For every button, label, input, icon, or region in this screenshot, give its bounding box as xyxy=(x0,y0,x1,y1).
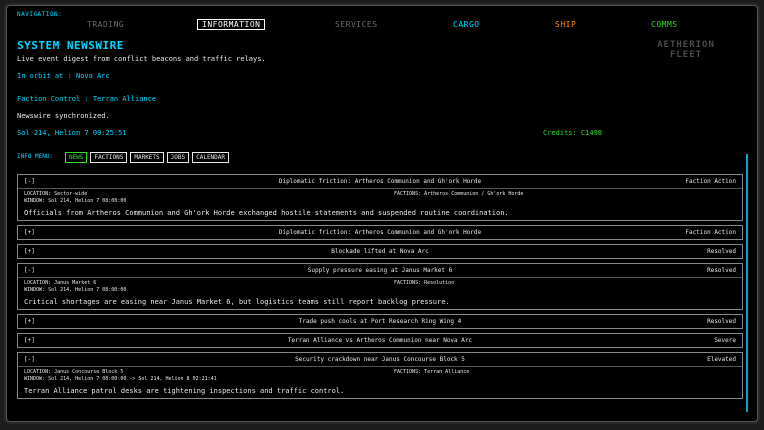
terminal-window: NAVIGATION: TRADING INFORMATION SERVICES… xyxy=(6,5,758,422)
news-item-header[interactable]: [+] Diplomatic friction: Artheros Commun… xyxy=(18,226,742,239)
news-location: LOCATION: Janus Market 6 xyxy=(24,280,97,286)
nav-trading[interactable]: TRADING xyxy=(87,20,124,29)
news-item: [-] Supply pressure easing at Janus Mark… xyxy=(17,263,743,310)
news-item: [+] Terran Alliance vs Artheros Communio… xyxy=(17,333,743,348)
logo-line-1: AETHERION xyxy=(657,40,715,50)
page-subtitle: Live event digest from conflict beacons … xyxy=(17,55,266,63)
tab-markets[interactable]: MARKETS xyxy=(130,152,164,163)
news-tag: Resolved xyxy=(707,267,736,274)
nav-ship[interactable]: SHIP xyxy=(555,20,576,29)
news-item-body: LOCATION: Janus Concourse Block 5 FACTIO… xyxy=(18,366,742,398)
news-factions: FACTIONS: Artheros Communion / Gh'ork Ho… xyxy=(394,191,524,197)
news-title: Supply pressure easing at Janus Market 6 xyxy=(307,267,453,274)
news-window: WINDOW: Sol 214, Helion 7 08:00:00 -> So… xyxy=(24,376,217,382)
news-description: Critical shortages are easing near Janus… xyxy=(24,298,450,306)
news-item: [+] Blockade lifted at Nova Arc Resolved xyxy=(17,244,743,259)
fleet-logo: AETHERION FLEET xyxy=(653,40,719,60)
news-item-header[interactable]: [-] Supply pressure easing at Janus Mark… xyxy=(18,264,742,277)
tab-news[interactable]: NEWS xyxy=(65,152,88,163)
news-feed: [-] Diplomatic friction: Artheros Commun… xyxy=(17,174,743,403)
credits-display: Credits: C1498 xyxy=(543,129,603,137)
game-time: Sol 214, Helion 7 09:25:51 xyxy=(17,129,127,137)
news-item: [-] Diplomatic friction: Artheros Commun… xyxy=(17,174,743,221)
news-title: Terran Alliance vs Artheros Communion ne… xyxy=(287,337,473,344)
sync-status: Newswire synchronized. xyxy=(17,112,110,120)
navigation-label: NAVIGATION: xyxy=(17,11,63,18)
faction-control: Faction Control : Terran Alliance xyxy=(17,95,157,103)
news-tag: Faction Action xyxy=(685,229,736,236)
feed-scrollbar[interactable] xyxy=(746,154,748,412)
info-menu-tabs: NEWS FACTIONS MARKETS JOBS CALENDAR xyxy=(65,152,230,163)
news-item-header[interactable]: [+] Trade push cools at Port Research Ri… xyxy=(18,315,742,328)
logo-line-2: FLEET xyxy=(669,50,703,60)
news-description: Officials from Artheros Communion and Gh… xyxy=(24,209,509,217)
tab-factions[interactable]: FACTIONS xyxy=(90,152,128,163)
news-item-body: LOCATION: Sector-wide FACTIONS: Artheros… xyxy=(18,188,742,220)
news-factions: FACTIONS: Resolution xyxy=(394,280,455,286)
news-tag: Faction Action xyxy=(685,178,736,185)
news-tag: Resolved xyxy=(707,318,736,325)
news-title: Security crackdown near Janus Concourse … xyxy=(295,356,465,363)
news-item: [+] Diplomatic friction: Artheros Commun… xyxy=(17,225,743,240)
news-item: [-] Security crackdown near Janus Concou… xyxy=(17,352,743,399)
news-tag: Severe xyxy=(714,337,736,344)
news-title: Trade push cools at Port Research Ring W… xyxy=(298,318,462,325)
news-title: Blockade lifted at Nova Arc xyxy=(331,248,429,255)
orbit-status: In orbit at : Nova Arc xyxy=(17,72,110,80)
tab-jobs[interactable]: JOBS xyxy=(166,152,190,163)
news-window: WINDOW: Sol 214, Helion 7 08:00:00 xyxy=(24,287,127,293)
page-title: SYSTEM NEWSWIRE xyxy=(17,39,124,52)
news-location: LOCATION: Janus Concourse Block 5 xyxy=(24,369,124,375)
news-item-header[interactable]: [-] Diplomatic friction: Artheros Commun… xyxy=(18,175,742,188)
news-item-body: LOCATION: Janus Market 6 FACTIONS: Resol… xyxy=(18,277,742,309)
news-title: Diplomatic friction: Artheros Communion … xyxy=(278,178,482,185)
nav-information[interactable]: INFORMATION xyxy=(197,19,266,30)
news-tag: Resolved xyxy=(707,248,736,255)
nav-cargo[interactable]: CARGO xyxy=(453,20,480,29)
news-location: LOCATION: Sector-wide xyxy=(24,191,88,197)
nav-services[interactable]: SERVICES xyxy=(335,20,378,29)
news-item: [+] Trade push cools at Port Research Ri… xyxy=(17,314,743,329)
nav-comms[interactable]: COMMS xyxy=(651,20,678,29)
info-menu-label: INFO MENU: xyxy=(17,153,54,160)
news-tag: Elevated xyxy=(707,356,736,363)
tab-calendar[interactable]: CALENDAR xyxy=(192,152,230,163)
news-description: Terran Alliance patrol desks are tighten… xyxy=(24,387,345,395)
news-factions: FACTIONS: Terran Alliance xyxy=(394,369,470,375)
news-item-header[interactable]: [+] Blockade lifted at Nova Arc Resolved xyxy=(18,245,742,258)
news-item-header[interactable]: [-] Security crackdown near Janus Concou… xyxy=(18,353,742,366)
news-window: WINDOW: Sol 214, Helion 7 08:00:00 xyxy=(24,198,127,204)
news-title: Diplomatic friction: Artheros Communion … xyxy=(278,229,482,236)
news-item-header[interactable]: [+] Terran Alliance vs Artheros Communio… xyxy=(18,334,742,347)
